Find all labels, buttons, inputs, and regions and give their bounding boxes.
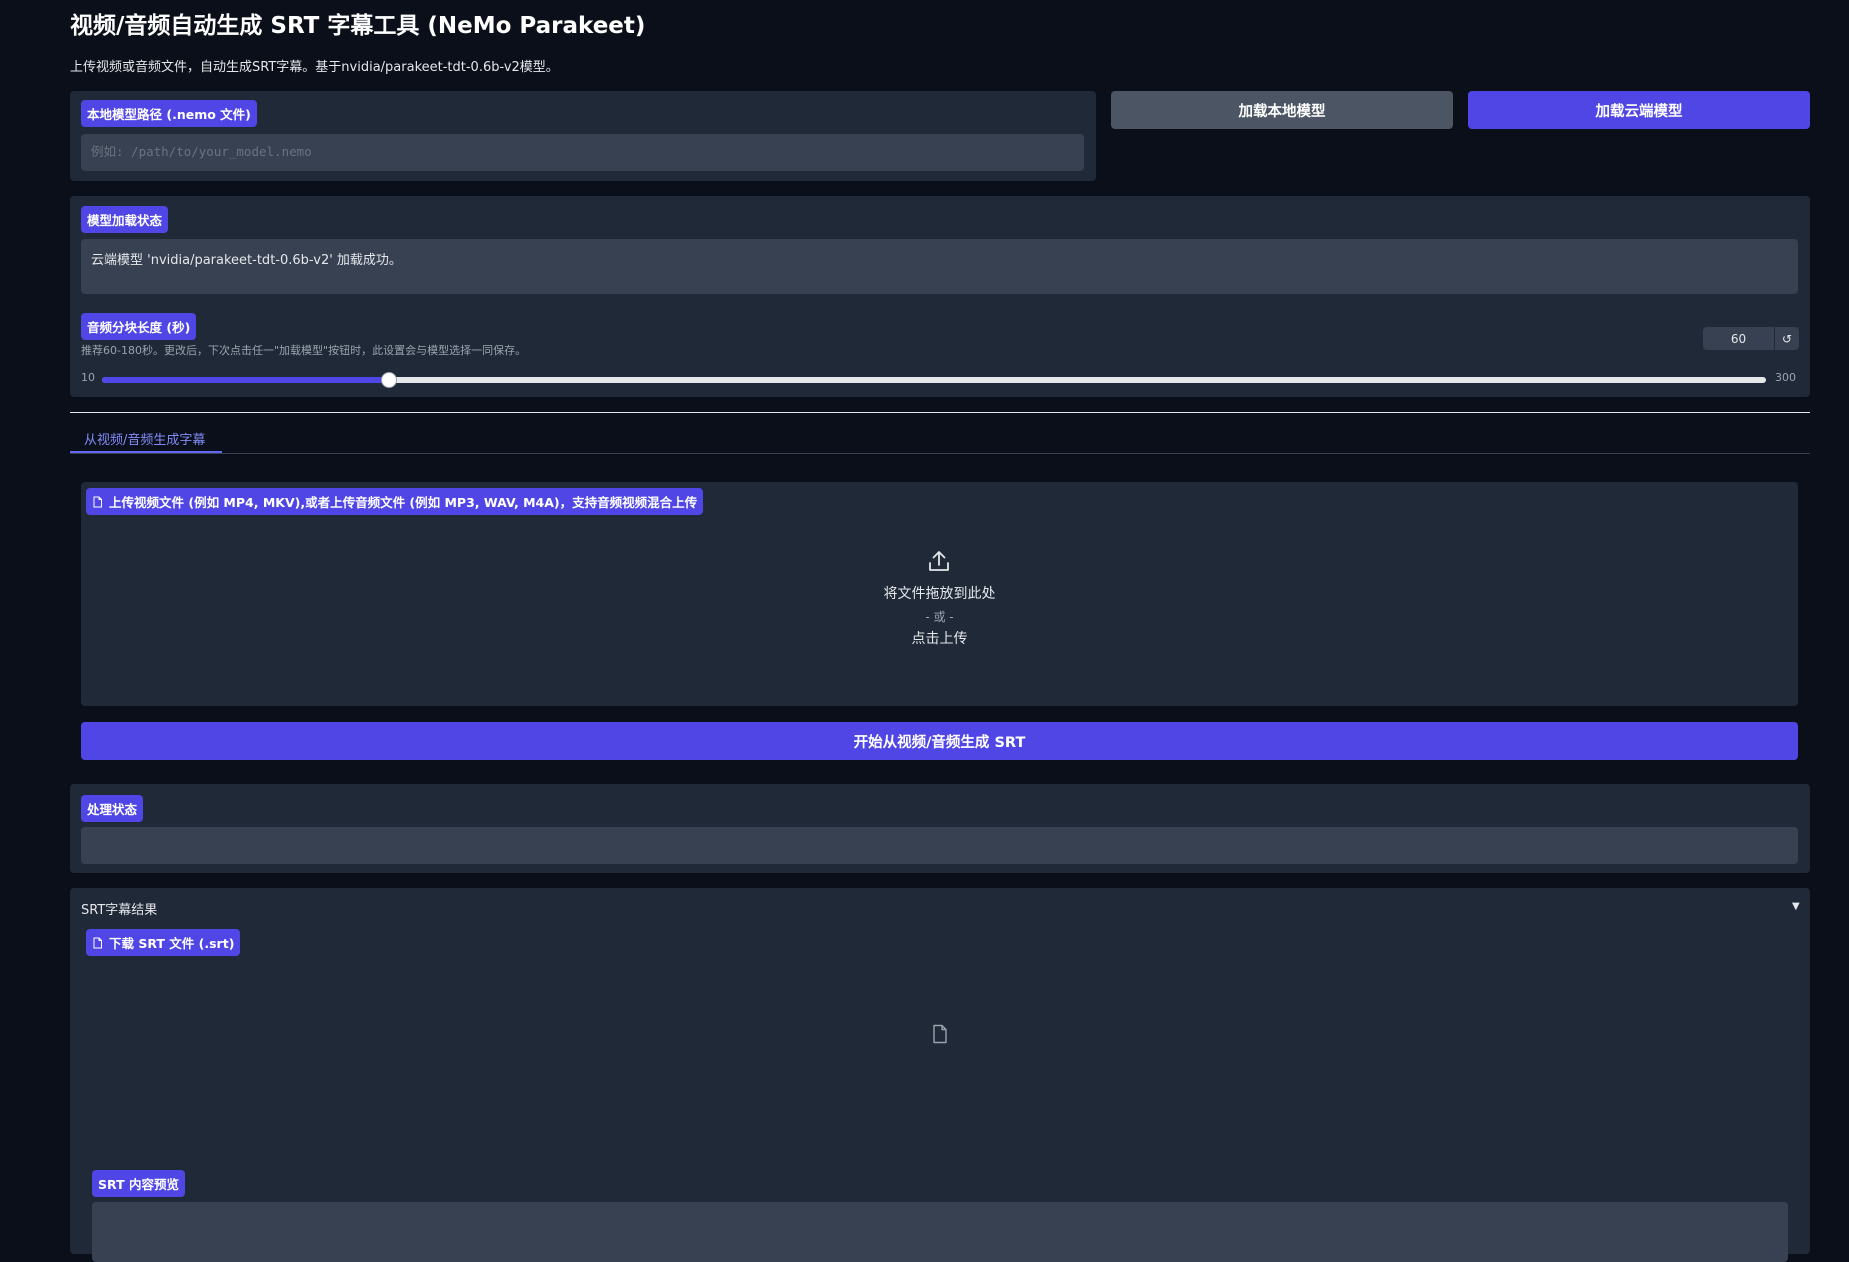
slider-max-label: 300 [1775, 371, 1796, 384]
chunk-length-slider-thumb[interactable] [380, 372, 397, 388]
reset-icon[interactable]: ↺ [1774, 327, 1799, 350]
process-status-box [81, 827, 1798, 864]
upload-label: 上传视频文件 (例如 MP4, MKV),或者上传音频文件 (例如 MP3, W… [86, 488, 704, 515]
or-text: - 或 - [925, 610, 954, 624]
active-tab-indicator [70, 451, 222, 453]
model-path-input[interactable] [81, 134, 1084, 171]
chunk-length-value[interactable]: 60 [1703, 332, 1774, 346]
chunk-length-slider-fill [102, 377, 389, 383]
tabs-baseline [70, 453, 1810, 454]
model-status-box: 云端模型 'nvidia/parakeet-tdt-0.6b-v2' 加载成功。 [81, 239, 1798, 294]
load-local-model-button[interactable]: 加载本地模型 [1111, 91, 1453, 129]
process-status-panel: 处理状态 [70, 784, 1810, 873]
chunk-length-label: 音频分块长度 (秒) [81, 313, 197, 340]
srt-results-title[interactable]: SRT字幕结果 [81, 899, 157, 918]
chunk-length-slider-track[interactable] [102, 377, 1766, 383]
click-upload-text[interactable]: 点击上传 [81, 628, 1798, 648]
srt-results-panel: SRT字幕结果 ▼ 下载 SRT 文件 (.srt) SRT 内容预览 [70, 888, 1810, 1262]
process-status-label: 处理状态 [81, 795, 144, 822]
download-srt-label-text: 下载 SRT 文件 (.srt) [109, 936, 235, 951]
file-upload-dropzone[interactable]: 上传视频文件 (例如 MP4, MKV),或者上传音频文件 (例如 MP3, W… [81, 482, 1798, 706]
tab-generate-from-media[interactable]: 从视频/音频生成字幕 [84, 429, 205, 448]
section-divider [70, 412, 1810, 413]
generate-srt-button[interactable]: 开始从视频/音频生成 SRT [81, 722, 1798, 760]
upload-label-text: 上传视频文件 (例如 MP4, MKV),或者上传音频文件 (例如 MP3, W… [109, 495, 698, 510]
page-title: 视频/音频自动生成 SRT 字幕工具 (NeMo Parakeet) [70, 13, 646, 39]
model-path-panel: 本地模型路径 (.nemo 文件) [70, 91, 1096, 181]
upload-icon [929, 551, 949, 571]
load-cloud-model-button[interactable]: 加载云端模型 [1468, 91, 1810, 129]
file-placeholder-icon [933, 1024, 947, 1044]
srt-preview-textarea[interactable] [92, 1202, 1788, 1262]
srt-preview-label: SRT 内容预览 [92, 1170, 185, 1197]
slider-min-label: 10 [81, 371, 95, 384]
chunk-length-number-input[interactable]: 60 ↺ [1703, 327, 1799, 350]
model-settings-panel: 模型加载状态 云端模型 'nvidia/parakeet-tdt-0.6b-v2… [70, 196, 1810, 397]
accordion-toggle-icon[interactable]: ▼ [1792, 901, 1800, 912]
page-subtitle: 上传视频或音频文件，自动生成SRT字幕。基于nvidia/parakeet-td… [70, 60, 559, 75]
file-icon [93, 496, 102, 507]
file-icon [93, 937, 102, 948]
chunk-length-hint: 推荐60-180秒。更改后，下次点击任一"加载模型"按钮时，此设置会与模型选择一… [81, 344, 527, 357]
model-status-label: 模型加载状态 [81, 206, 169, 233]
drop-text: 将文件拖放到此处 [883, 586, 996, 602]
model-path-label: 本地模型路径 (.nemo 文件) [81, 100, 257, 127]
download-srt-label: 下载 SRT 文件 (.srt) [86, 929, 241, 956]
